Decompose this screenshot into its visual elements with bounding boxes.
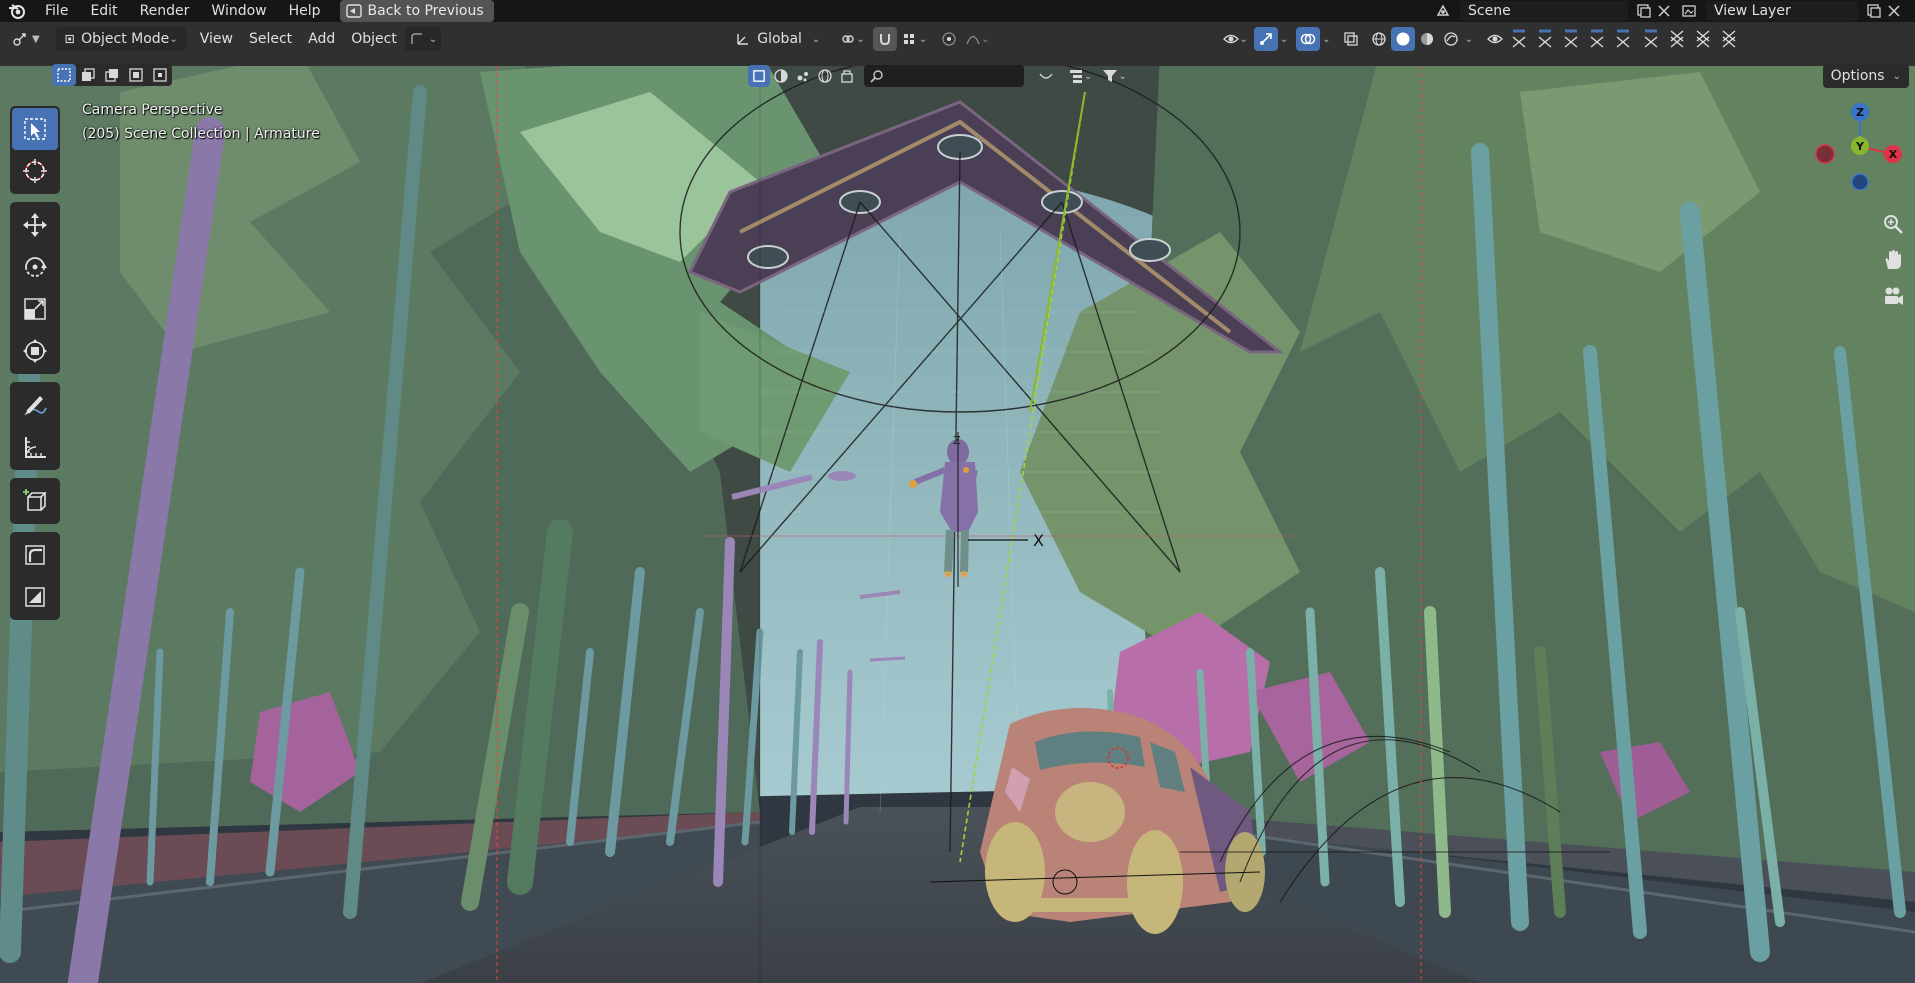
- transform-icon[interactable]: [12, 330, 58, 372]
- outliner-visibility-icon[interactable]: [1483, 27, 1507, 51]
- svg-text:Z: Z: [953, 434, 961, 447]
- 3d-viewport[interactable]: X Z Camera Perspective (205) Scene Colle…: [0, 52, 1915, 983]
- filter-shape-icon: [411, 33, 422, 44]
- new-view-layer-icon[interactable]: [1864, 1, 1884, 21]
- wireframe-shading-icon[interactable]: [1367, 27, 1391, 51]
- add-cube-icon[interactable]: [12, 480, 58, 522]
- tool-group-transform: [10, 202, 60, 374]
- tool-group-deform: [10, 532, 60, 620]
- menu-file[interactable]: File: [34, 0, 79, 22]
- move-icon[interactable]: [12, 204, 58, 246]
- transform-orientation-label: Global: [757, 31, 802, 47]
- object-type-filter[interactable]: ⌄: [404, 27, 442, 51]
- remove-scene-icon[interactable]: [1654, 1, 1674, 21]
- select-extend-icon[interactable]: [76, 64, 100, 86]
- transform-orientation-selector[interactable]: Global ⌄: [727, 27, 828, 51]
- collection-exclude-icons[interactable]: [1509, 28, 1639, 50]
- select-subtract-icon[interactable]: [100, 64, 124, 86]
- measure-icon[interactable]: [12, 426, 58, 468]
- gizmo-toggle-icon[interactable]: [1253, 27, 1278, 51]
- filter-shading-icon[interactable]: [770, 64, 792, 88]
- options-dropdown[interactable]: Options ⌄: [1822, 64, 1909, 88]
- camera-view-icon[interactable]: [1879, 282, 1907, 310]
- annotate-icon[interactable]: [12, 384, 58, 426]
- menu-add[interactable]: Add: [300, 27, 343, 51]
- axis-x-label: X: [1889, 148, 1898, 161]
- select-invert-icon[interactable]: [124, 64, 148, 86]
- proportional-editing-icon[interactable]: [937, 27, 961, 51]
- select-new-icon[interactable]: [52, 64, 76, 86]
- axis-neg-x-icon: [1815, 144, 1835, 164]
- select-intersect-icon[interactable]: [148, 64, 172, 86]
- filter-all-icon[interactable]: [748, 65, 770, 87]
- snap-increment-icon[interactable]: [897, 27, 921, 51]
- blender-logo-icon[interactable]: [0, 0, 34, 22]
- viewport-header: ▼ Object Mode ⌄ View Select Add Object ⌄…: [0, 22, 1915, 66]
- menu-help[interactable]: Help: [278, 0, 332, 22]
- filter-data-icon[interactable]: [836, 64, 858, 88]
- navigation-gizmo[interactable]: Z X Y: [1805, 100, 1915, 310]
- filter-world-icon[interactable]: [814, 64, 836, 88]
- scene-browse-icon[interactable]: [1426, 1, 1460, 21]
- menu-render[interactable]: Render: [129, 0, 201, 22]
- menu-window[interactable]: Window: [200, 0, 277, 22]
- back-to-previous-icon: [345, 4, 362, 18]
- curve-filter-icon[interactable]: [1034, 64, 1058, 88]
- 3d-viewport-editor-icon: [13, 33, 26, 46]
- scene-name-field[interactable]: Scene: [1460, 1, 1628, 21]
- collection-hide-icons[interactable]: [1641, 28, 1751, 50]
- solid-shading-icon[interactable]: [1390, 27, 1415, 51]
- new-scene-icon[interactable]: [1634, 1, 1654, 21]
- menu-select[interactable]: Select: [241, 27, 300, 51]
- viewport-search-input[interactable]: [864, 65, 1024, 87]
- select-box-icon[interactable]: [12, 108, 58, 150]
- tool-group-annotate: [10, 382, 60, 470]
- menu-view[interactable]: View: [192, 27, 241, 51]
- zoom-view-icon[interactable]: [1879, 210, 1907, 238]
- editor-type-selector[interactable]: ▼: [0, 27, 48, 51]
- rendered-shading-icon[interactable]: [1439, 27, 1463, 51]
- remove-view-layer-icon[interactable]: [1884, 1, 1904, 21]
- xray-toggle-icon[interactable]: [1339, 27, 1363, 51]
- back-to-previous-label: Back to Previous: [367, 3, 484, 19]
- outliner-filter-row: ⌄ ⌄: [748, 64, 1127, 88]
- collection-toggles: [1509, 28, 1751, 50]
- tool-group-select: [10, 106, 60, 194]
- tool-group-add: [10, 478, 60, 524]
- viewport-scene: X Z: [0, 52, 1915, 983]
- axis-neg-z-icon: [1851, 173, 1869, 190]
- search-icon: [870, 70, 883, 83]
- selection-mode-group: [52, 64, 172, 86]
- top-menu-bar: File Edit Render Window Help Back to Pre…: [0, 0, 1915, 22]
- menu-edit[interactable]: Edit: [79, 0, 128, 22]
- view-layer-selector: View Layer: [1672, 0, 1904, 22]
- object-mode-icon: [65, 34, 74, 44]
- pan-view-icon[interactable]: [1879, 246, 1907, 274]
- mode-selector-label: Object Mode: [81, 31, 170, 47]
- global-orientation-icon: [737, 34, 749, 45]
- view-layer-browse-icon[interactable]: [1672, 1, 1706, 21]
- extrude-icon[interactable]: [12, 576, 58, 618]
- snap-toggle-icon[interactable]: [872, 27, 897, 51]
- camera-perspective-label: Camera Perspective: [82, 102, 223, 118]
- svg-text:X: X: [1033, 531, 1044, 550]
- scene-selector: Scene: [1426, 0, 1674, 22]
- cursor-icon[interactable]: [12, 150, 58, 192]
- shear-icon[interactable]: [12, 534, 58, 576]
- filter-particles-icon[interactable]: [792, 64, 814, 88]
- view-layer-name-field[interactable]: View Layer: [1706, 1, 1858, 21]
- back-to-previous-button[interactable]: Back to Previous: [339, 0, 494, 22]
- rotate-icon[interactable]: [12, 246, 58, 288]
- options-label: Options: [1830, 68, 1885, 84]
- tool-shelf: [10, 106, 60, 628]
- scene-collection-label: (205) Scene Collection | Armature: [82, 126, 320, 142]
- mode-selector[interactable]: Object Mode ⌄: [55, 27, 186, 51]
- overlays-toggle-icon[interactable]: [1296, 27, 1321, 51]
- material-preview-icon[interactable]: [1415, 27, 1439, 51]
- axis-gizmo[interactable]: Z X Y: [1805, 100, 1915, 190]
- scale-icon[interactable]: [12, 288, 58, 330]
- axis-y-label: Y: [1855, 140, 1865, 153]
- axis-z-label: Z: [1856, 106, 1864, 119]
- menu-object[interactable]: Object: [343, 27, 405, 51]
